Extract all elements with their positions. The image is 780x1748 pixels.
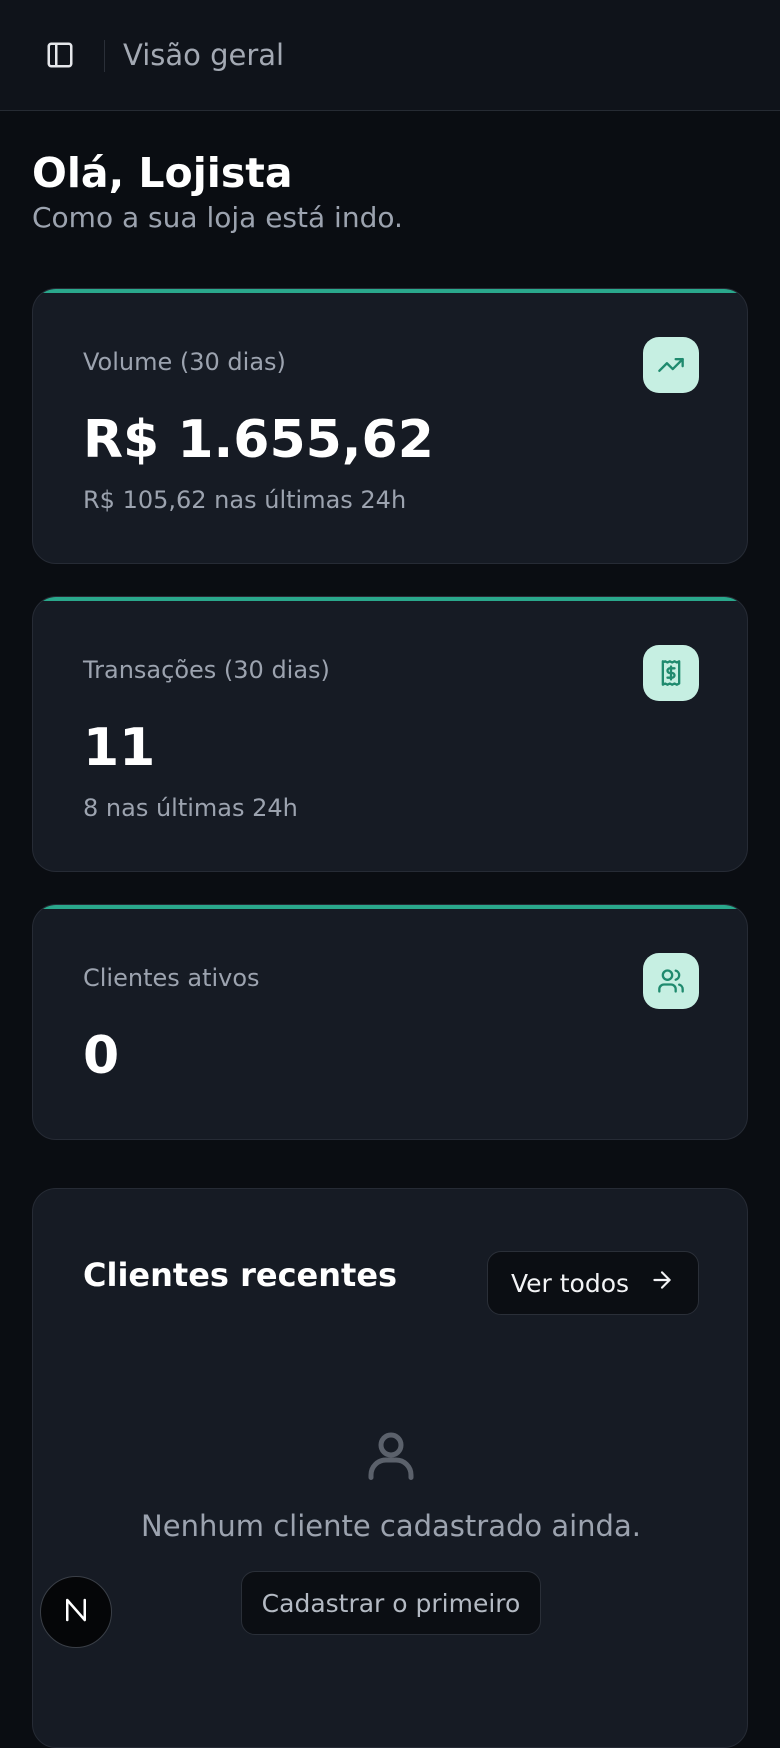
stat-value: 11 xyxy=(83,718,156,778)
arrow-right-icon xyxy=(649,1267,675,1299)
header-divider xyxy=(104,40,105,72)
view-all-label: Ver todos xyxy=(510,1268,630,1298)
sidebar-toggle-button[interactable] xyxy=(44,41,76,73)
page-title: Visão geral xyxy=(123,38,285,72)
stat-sub: R$ 105,62 nas últimas 24h xyxy=(83,486,407,514)
greeting-title: Olá, Lojista xyxy=(32,149,293,197)
stat-label: Clientes ativos xyxy=(83,964,260,992)
recent-clients-title: Clientes recentes xyxy=(83,1256,398,1294)
add-first-client-button[interactable]: Cadastrar o primeiro xyxy=(241,1571,541,1635)
user-icon xyxy=(361,1425,421,1485)
empty-state-text: Nenhum cliente cadastrado ainda. xyxy=(141,1509,641,1543)
stat-value: 0 xyxy=(83,1026,120,1086)
users-icon xyxy=(643,953,699,1009)
recent-clients-card: Clientes recentes Ver todos Nenhum clien… xyxy=(32,1188,748,1748)
stat-label: Volume (30 dias) xyxy=(83,348,286,376)
greeting-subtitle: Como a sua loja está indo. xyxy=(32,201,403,234)
stat-card-active-clients: Clientes ativos 0 xyxy=(32,904,748,1140)
next-logo-button[interactable] xyxy=(40,1576,112,1648)
receipt-icon xyxy=(643,645,699,701)
stat-card-transactions: Transações (30 dias) 11 8 nas últimas 24… xyxy=(32,596,748,872)
stat-label: Transações (30 dias) xyxy=(83,656,330,684)
view-all-button[interactable]: Ver todos xyxy=(487,1251,699,1315)
trending-up-icon xyxy=(643,337,699,393)
n-logo-icon xyxy=(61,1595,91,1629)
stat-card-volume: Volume (30 dias) R$ 1.655,62 R$ 105,62 n… xyxy=(32,288,748,564)
sidebar-toggle-icon xyxy=(45,40,75,74)
top-bar: Visão geral xyxy=(0,0,780,111)
stat-sub: 8 nas últimas 24h xyxy=(83,794,298,822)
stat-value: R$ 1.655,62 xyxy=(83,410,434,470)
